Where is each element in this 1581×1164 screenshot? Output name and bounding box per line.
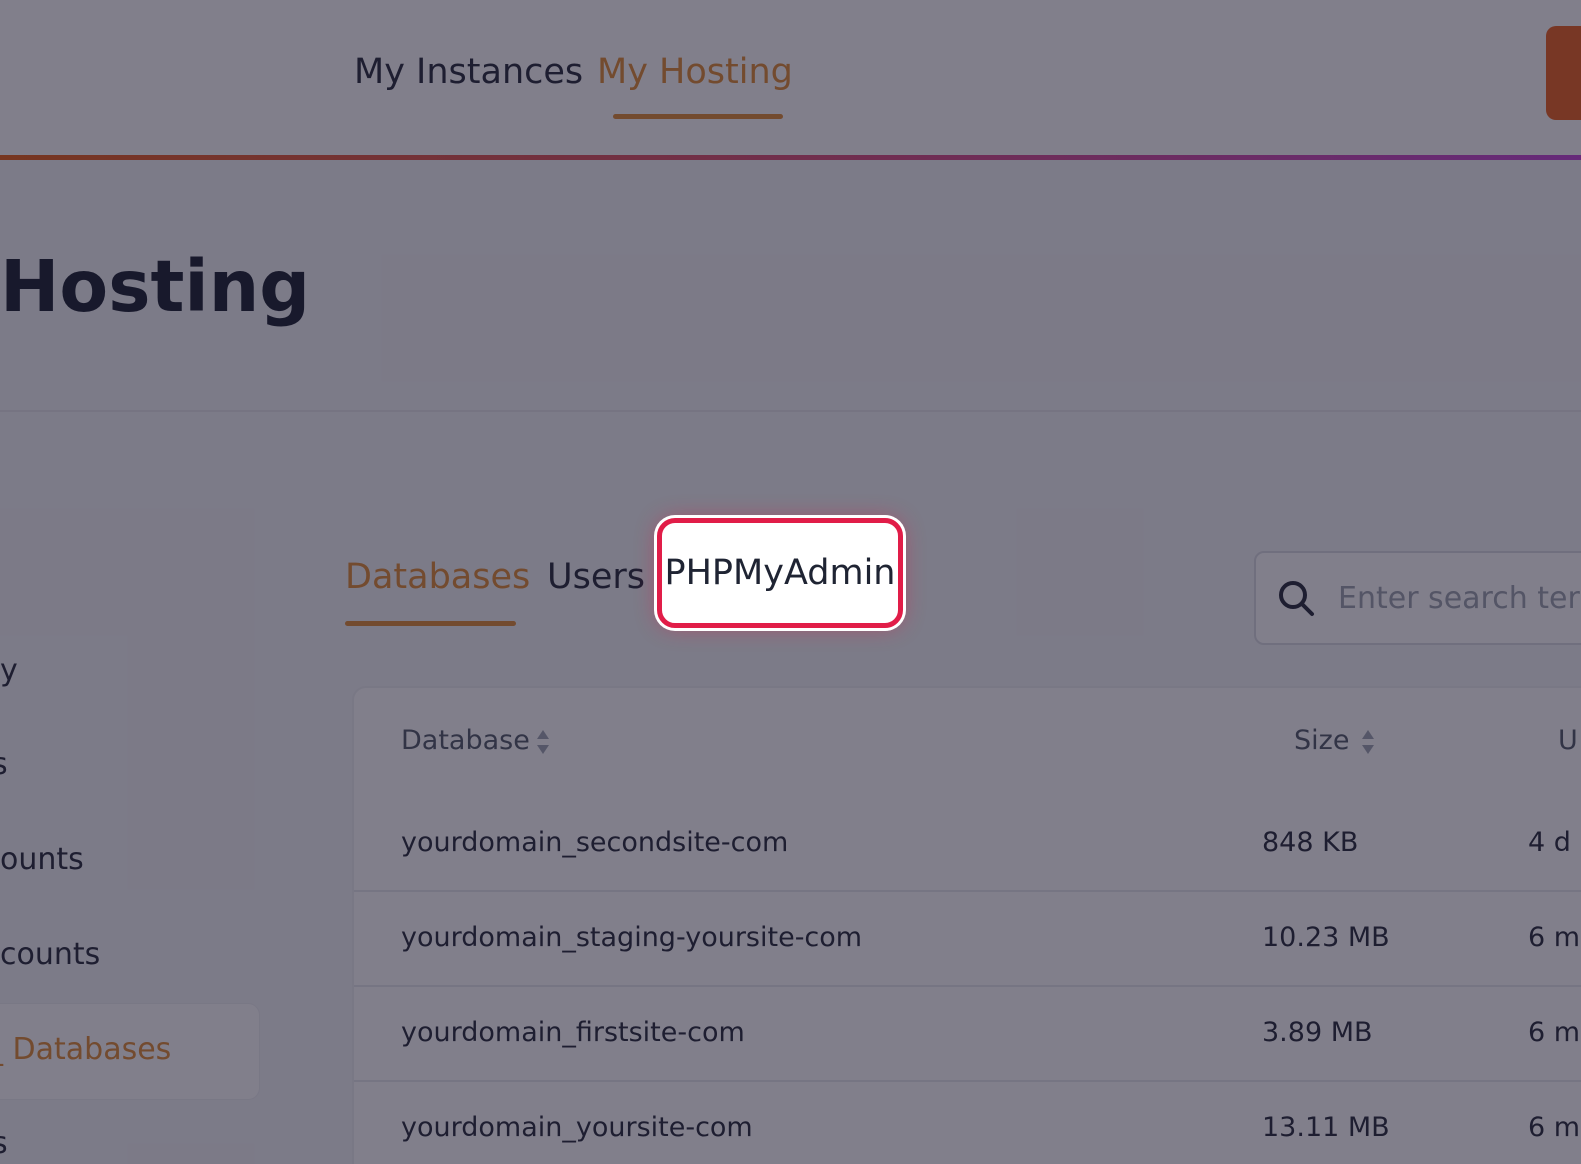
search-input[interactable] xyxy=(1338,576,1581,620)
sort-icon[interactable] xyxy=(536,729,550,755)
tab-phpmyadmin[interactable]: PHPMyAdmin xyxy=(657,518,903,628)
header-gradient-bar xyxy=(0,155,1581,160)
title-divider xyxy=(0,410,1581,412)
row-divider xyxy=(354,1080,1581,1082)
row-size: 13.11 MB xyxy=(1262,1112,1390,1143)
column-header-updated[interactable]: U xyxy=(1558,722,1578,760)
sidebar-item-4[interactable]: counts xyxy=(0,935,100,975)
row-database-name: yourdomain_staging-yoursite-com xyxy=(401,922,863,953)
row-database-name: yourdomain_yoursite-com xyxy=(401,1112,753,1143)
sort-icon[interactable] xyxy=(1361,729,1375,755)
row-updated: 6 m xyxy=(1528,1112,1581,1143)
row-size: 3.89 MB xyxy=(1262,1017,1373,1048)
sidebar-item-1[interactable]: y xyxy=(0,651,18,691)
nav-my-instances[interactable]: My Instances xyxy=(354,50,583,94)
row-divider xyxy=(354,890,1581,892)
search-icon xyxy=(1279,581,1314,616)
row-updated: 6 m xyxy=(1528,1017,1581,1048)
row-updated: 6 m xyxy=(1528,922,1581,953)
page-title: Hosting xyxy=(0,245,311,328)
row-size: 10.23 MB xyxy=(1262,922,1390,953)
nav-active-underline xyxy=(613,114,783,119)
row-database-name: yourdomain_secondsite-com xyxy=(401,827,789,858)
column-header-database[interactable]: Database xyxy=(401,722,530,760)
row-size: 848 KB xyxy=(1262,827,1359,858)
column-header-size[interactable]: Size xyxy=(1294,722,1349,760)
tab-databases[interactable]: Databases xyxy=(345,555,530,599)
sidebar-item-3[interactable]: ounts xyxy=(0,840,84,880)
sidebar-item-2[interactable]: s xyxy=(0,745,8,785)
sidebar-item-mysql-databases[interactable]: _ Databases xyxy=(0,1030,171,1070)
tab-users[interactable]: Users xyxy=(547,555,645,599)
page: My Instances My Hosting Hosting y s ount… xyxy=(0,0,1581,1164)
row-divider xyxy=(354,985,1581,987)
header-action-button[interactable] xyxy=(1546,26,1581,120)
nav-my-hosting[interactable]: My Hosting xyxy=(597,50,793,94)
tab-active-underline xyxy=(345,621,516,626)
row-updated: 4 d xyxy=(1528,827,1571,858)
sidebar-item-6[interactable]: s xyxy=(0,1124,8,1164)
row-database-name: yourdomain_firstsite-com xyxy=(401,1017,745,1048)
